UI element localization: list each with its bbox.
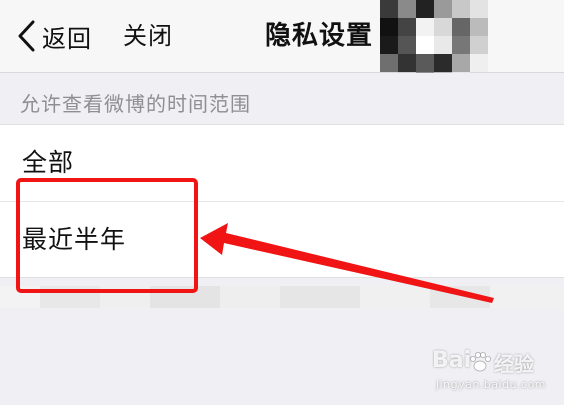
chevron-left-icon (18, 20, 35, 52)
paw-icon (470, 352, 491, 372)
section-header: 允许查看微博的时间范围 (0, 73, 564, 123)
highlight-box (16, 178, 198, 293)
watermark: Bai 经验 jingyan.baidu.com (432, 344, 552, 400)
navigation-bar: 返回 关闭 隐私设置 (0, 0, 564, 90)
watermark-brand-left: Bai (432, 348, 472, 373)
watermark-brand-right: 经验 (494, 352, 534, 376)
close-button[interactable]: 关闭 (123, 14, 173, 58)
back-label: 返回 (42, 24, 92, 53)
back-button[interactable]: 返回 (16, 14, 92, 58)
watermark-url: jingyan.baidu.com (436, 378, 547, 391)
page-title: 隐私设置 (265, 21, 374, 51)
